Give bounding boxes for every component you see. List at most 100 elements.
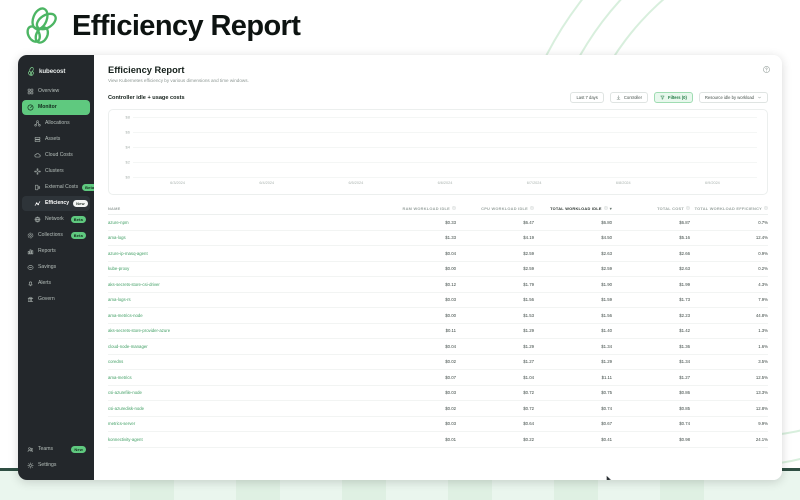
sidebar-item-cloud-costs[interactable]: Cloud Costs: [22, 148, 90, 163]
table-row[interactable]: azure-npm $0.33 $6.47 $6.80 $6.87 0.7%: [108, 215, 768, 231]
table-cell-name[interactable]: azure-npm: [108, 220, 378, 225]
table-row[interactable]: metrics-server $0.03 $0.64 $0.67 $0.74 9.9%: [108, 417, 768, 432]
table-cell-ram_idle: $0.03: [445, 390, 456, 396]
toolbar-button-filters-0-[interactable]: Filters (0): [654, 92, 693, 103]
page-root: Efficiency Report kubecost Overview Monit…: [0, 0, 800, 500]
sidebar-nav: Overview Monitor Allocations Assets Cloud Co…: [18, 84, 98, 307]
sidebar-item-alerts[interactable]: Alerts: [22, 276, 90, 291]
cloud-icon: [34, 152, 41, 159]
table-row[interactable]: aks-secrets-store-provider-azure $0.11 $1.…: [108, 324, 768, 339]
chart-bar-group[interactable]: [668, 117, 757, 177]
table-row[interactable]: aks-secrets-store-csi-driver $0.12 $1.79 $1…: [108, 277, 768, 293]
table-cell-total_cost: $1.27: [679, 374, 690, 380]
sidebar-item-clusters[interactable]: Clusters: [22, 164, 90, 179]
table-cell-cpu_idle: $0.64: [523, 421, 534, 427]
table-header-cpu_idle[interactable]: CPU WORKLOAD IDLE: [456, 206, 534, 211]
chart-bar-group[interactable]: [400, 117, 489, 177]
table-cell-total_cost: $1.34: [679, 359, 690, 365]
toolbar-button-label: Last 7 days: [576, 95, 598, 100]
sidebar-item-monitor[interactable]: Monitor: [22, 100, 90, 115]
mouse-cursor-icon: [606, 475, 612, 480]
chart-bars: [133, 117, 757, 177]
chart-bar-group[interactable]: [222, 117, 311, 177]
collections-icon: [27, 232, 34, 239]
sidebar-item-label: Govern: [38, 295, 55, 302]
table-row[interactable]: konnectivity-agent $0.01 $0.22 $0.41 $0.98 24…: [108, 432, 768, 448]
sidebar-item-assets[interactable]: Assets: [22, 132, 90, 147]
table-cell-name[interactable]: aks-secrets-store-provider-azure: [108, 328, 378, 333]
sidebar-item-overview[interactable]: Overview: [22, 84, 90, 99]
table-header-total_cost[interactable]: TOTAL COST: [612, 206, 690, 211]
table-cell-name[interactable]: ama-logs-rs: [108, 297, 378, 302]
toolbar-button-label: Resource idle by workload: [704, 95, 754, 100]
table-row[interactable]: kube-proxy $0.00 $2.59 $2.59 $2.63 0.2%: [108, 262, 768, 277]
sidebar-item-settings[interactable]: Settings: [22, 458, 90, 473]
table-cell-name[interactable]: metrics-server: [108, 421, 378, 426]
sidebar-item-external-costs[interactable]: External Costs Beta: [22, 180, 98, 195]
table-cell-name[interactable]: csi-azurefile-node: [108, 390, 378, 395]
sidebar-item-savings[interactable]: Savings: [22, 260, 90, 275]
table-header-label: RAM WORKLOAD IDLE: [402, 205, 450, 211]
banner: Efficiency Report: [0, 0, 301, 52]
table-cell-name[interactable]: azure-ip-masq-agent: [108, 251, 378, 256]
table-row[interactable]: csi-azurefile-node $0.03 $0.72 $0.75 $0.86 13…: [108, 386, 768, 401]
toolbar-button-controller[interactable]: Controller: [609, 92, 649, 103]
content-area: Efficiency Report View Kubernetes effici…: [94, 55, 782, 480]
table-row[interactable]: ama-logs $1.33 $4.19 $4.50 $5.16 12.4%: [108, 231, 768, 246]
chart-bar-group[interactable]: [311, 117, 400, 177]
sidebar-item-efficiency[interactable]: Efficiency New: [22, 196, 90, 211]
table-row[interactable]: coredns $0.02 $1.27 $1.29 $1.34 3.5%: [108, 355, 768, 370]
table-cell-name[interactable]: cloud-node-manager: [108, 344, 378, 349]
table-cell-ram_idle: $0.07: [445, 374, 456, 380]
sidebar-item-allocations[interactable]: Allocations: [22, 116, 90, 131]
table-cell-name[interactable]: kube-proxy: [108, 266, 378, 271]
table-cell-name[interactable]: ama-logs: [108, 235, 378, 240]
chart-bar-group[interactable]: [490, 117, 579, 177]
chart-bar-group[interactable]: [133, 117, 222, 177]
table-cell-name[interactable]: ama-metrics: [108, 375, 378, 380]
sidebar-item-govern[interactable]: Govern: [22, 292, 90, 307]
table-header-label: TOTAL COST: [657, 205, 684, 211]
table-cell-cpu_idle: $6.47: [523, 219, 534, 225]
help-circle-icon[interactable]: [763, 66, 770, 73]
info-icon: [604, 206, 608, 210]
table-cell-name[interactable]: konnectivity-agent: [108, 437, 378, 442]
table-cell-total_idle: $2.63: [601, 250, 612, 256]
table-cell-efficiency: 7.9%: [758, 297, 768, 303]
table-cell-ram_idle: $0.02: [445, 359, 456, 365]
sidebar-item-teams[interactable]: Teams New: [22, 442, 90, 457]
table-cell-total_idle: $1.40: [601, 328, 612, 334]
table-cell-name[interactable]: aks-secrets-store-csi-driver: [108, 282, 378, 287]
table-row[interactable]: ama-metrics-node $0.00 $1.53 $1.56 $2.23 44.8…: [108, 308, 768, 324]
table-cell-name[interactable]: coredns: [108, 359, 378, 364]
table-header-efficiency[interactable]: TOTAL WORKLOAD EFFICIENCY: [690, 206, 768, 211]
app-window: kubecost Overview Monitor Allocations Asset…: [18, 55, 782, 480]
sidebar-item-network[interactable]: Network Beta: [22, 212, 90, 227]
toolbar-button-resource-idle-by-workload[interactable]: Resource idle by workload: [698, 92, 768, 103]
chart-bar-group[interactable]: [579, 117, 668, 177]
grid-icon: [27, 88, 34, 95]
sidebar-nav-bottom: Teams New Settings: [18, 442, 94, 480]
table-cell-total_cost: $0.74: [679, 421, 690, 427]
table-cell-cpu_idle: $1.29: [523, 328, 534, 334]
table-header-name[interactable]: NAME: [108, 206, 378, 211]
table-row[interactable]: ama-logs-rs $0.03 $1.56 $1.59 $1.73 7.9%: [108, 293, 768, 308]
sidebar-item-badge: New: [71, 446, 86, 453]
table-row[interactable]: ama-metrics $0.07 $1.04 $1.11 $1.27 12.5%: [108, 370, 768, 386]
sidebar-item-label: Teams: [38, 445, 54, 452]
table-header-ram_idle[interactable]: RAM WORKLOAD IDLE: [378, 206, 456, 211]
table-cell-efficiency: 3.5%: [758, 359, 768, 365]
table-row[interactable]: csi-azuredisk-node $0.02 $0.72 $0.74 $0.85 12…: [108, 401, 768, 417]
table-header-total_idle[interactable]: TOTAL WORKLOAD IDLE ▾: [534, 206, 612, 211]
table-row[interactable]: cloud-node-manager $0.04 $1.29 $1.34 $1.36 1.…: [108, 339, 768, 355]
teams-icon: [27, 446, 34, 453]
table-cell-name[interactable]: csi-azuredisk-node: [108, 406, 378, 411]
table-cell-name[interactable]: ama-metrics-node: [108, 313, 378, 318]
table-row[interactable]: azure-ip-masq-agent $0.04 $2.59 $2.63 $2.66 0…: [108, 246, 768, 262]
sidebar-item-collections[interactable]: Collections Beta: [22, 228, 90, 243]
sidebar-item-reports[interactable]: Reports: [22, 244, 90, 259]
toolbar-button-last-7-days[interactable]: Last 7 days: [570, 92, 604, 103]
toolbar-button-label: Controller: [623, 95, 643, 100]
sidebar-brand[interactable]: kubecost: [18, 63, 94, 84]
table-cell-efficiency: 1.3%: [758, 328, 768, 334]
